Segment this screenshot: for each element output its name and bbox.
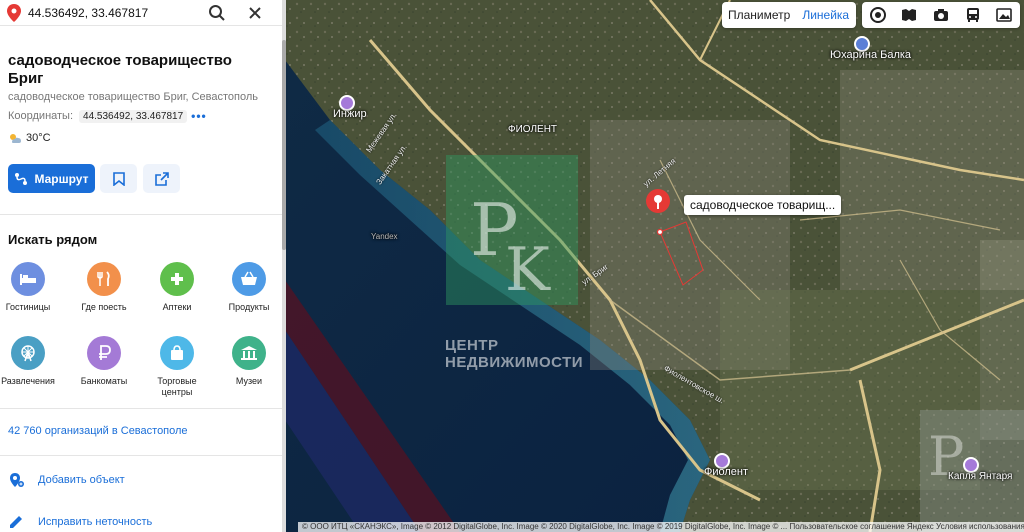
add-object-action[interactable]: Добавить объект (8, 472, 125, 488)
divider (0, 408, 282, 409)
planimeter-button[interactable]: Планиметр (722, 8, 796, 22)
shopping-bag-icon (160, 336, 194, 370)
coordinates-label: Координаты: (8, 110, 74, 122)
coordinates-value[interactable]: 44.536492, 33.467817 (79, 109, 188, 123)
category-label: Музеи (235, 376, 263, 386)
nearby-category-atm[interactable]: Банкоматы (72, 336, 136, 387)
search-bar (0, 0, 282, 26)
category-label: Аптеки (162, 302, 192, 312)
nearby-category-food[interactable]: Где поесть (72, 262, 136, 313)
map-copyright: © ООО ИТЦ «СКАНЭКС», Image © 2012 Digita… (298, 522, 1024, 532)
weather-temperature: 30°C (26, 132, 51, 144)
sidebar: садоводческое товарищество Бриг садоводч… (0, 0, 282, 532)
place-address: садоводческое товарищество Бриг, Севасто… (8, 91, 259, 103)
organizations-link[interactable]: 42 760 организаций в Севастополе (8, 425, 188, 437)
nearby-category-malls[interactable]: Торговые центры (145, 336, 209, 398)
add-object-label: Добавить объект (38, 474, 125, 486)
bookmark-button[interactable] (100, 164, 137, 193)
panorama-icon[interactable] (899, 5, 919, 25)
map-label-fiolent: Фиолент (704, 466, 749, 478)
route-button[interactable]: Маршрут (8, 164, 95, 193)
image-layer-icon[interactable] (994, 5, 1014, 25)
nearby-category-hotels[interactable]: Гостиницы (0, 262, 60, 313)
nearby-category-pharmacy[interactable]: Аптеки (145, 262, 209, 313)
place-title: садоводческое товарищество Бриг (8, 52, 232, 87)
route-icon (15, 172, 28, 185)
coordinates-row: Координаты: 44.536492, 33.467817 ••• (8, 109, 207, 123)
basket-icon (232, 262, 266, 296)
map-yandex-label: Yandex (371, 232, 398, 241)
category-label: Продукты (228, 302, 270, 312)
ferris-wheel-icon (11, 336, 45, 370)
museum-icon (232, 336, 266, 370)
nearby-category-entertainment[interactable]: Развлечения (0, 336, 60, 387)
map-label-fiolent-area: ФИОЛЕНТ (508, 124, 558, 135)
nearby-category-museums[interactable]: Музеи (217, 336, 281, 387)
location-pin-icon (0, 3, 28, 22)
category-label: Гостиницы (5, 302, 51, 312)
sidebar-scrollbar[interactable] (282, 0, 286, 532)
bed-icon (11, 262, 45, 296)
divider (0, 214, 282, 215)
divider (0, 455, 282, 456)
close-icon[interactable] (246, 4, 264, 22)
bookmark-icon (112, 171, 125, 186)
weather-icon (10, 134, 21, 143)
add-place-icon (10, 473, 24, 487)
watermark-line2: НЕДВИЖИМОСТИ (445, 354, 584, 371)
category-label: Банкоматы (80, 376, 128, 386)
more-icon[interactable]: ••• (191, 109, 207, 123)
share-icon (154, 171, 169, 186)
search-input[interactable] (28, 5, 208, 20)
camera-icon[interactable] (931, 5, 951, 25)
search-icon[interactable] (208, 4, 226, 22)
map-label-kapla: Капля Янтаря (948, 471, 1013, 482)
layer-controls (862, 2, 1020, 28)
fork-knife-icon (87, 262, 121, 296)
category-label: Где поесть (81, 302, 127, 312)
plus-icon (160, 262, 194, 296)
category-label: Развлечения (1, 376, 55, 386)
traffic-icon[interactable] (868, 5, 888, 25)
location-pin-icon[interactable] (645, 188, 671, 236)
route-label: Маршрут (34, 171, 89, 186)
fix-inaccuracy-action[interactable]: Исправить неточность (8, 514, 152, 530)
category-label: Торговые центры (157, 376, 197, 397)
ruler-button[interactable]: Линейка (796, 8, 855, 22)
measure-controls: Планиметр Линейка (722, 2, 856, 28)
nearby-category-groceries[interactable]: Продукты (217, 262, 281, 313)
scrollbar-thumb[interactable] (282, 40, 286, 250)
fix-inaccuracy-label: Исправить неточность (38, 516, 153, 528)
map-label-yuharina: Юхарина Балка (830, 49, 912, 61)
svg-text:K: K (505, 235, 551, 305)
ruble-icon (87, 336, 121, 370)
watermark: ЦЕНТР НЕДВИЖИМОСТИ (445, 337, 583, 371)
place-tooltip[interactable]: садоводческое товарищ... (684, 195, 842, 215)
watermark-line1: ЦЕНТР (445, 337, 499, 354)
share-button[interactable] (143, 164, 180, 193)
edit-icon (10, 516, 22, 528)
nearby-title: Искать рядом (8, 232, 98, 247)
transit-icon[interactable] (963, 5, 983, 25)
map-label-inzhir: Инжир (333, 108, 367, 120)
weather: 30°C (8, 132, 51, 144)
